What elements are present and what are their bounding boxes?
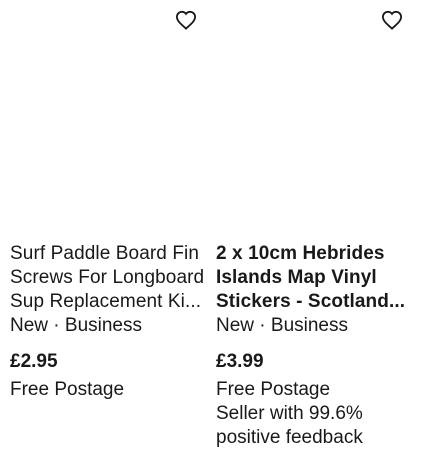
- listing-shipping: Free Postage: [10, 379, 125, 400]
- watch-button[interactable]: [374, 2, 410, 38]
- listing-title-line[interactable]: Stickers - Scotland...: [216, 290, 412, 314]
- listing-image[interactable]: [10, 0, 206, 200]
- heart-outline-icon: [381, 10, 403, 30]
- listing-title-line[interactable]: Islands Map Vinyl: [216, 266, 412, 290]
- listing-condition: New · Business: [216, 315, 348, 336]
- listing-image[interactable]: [216, 0, 412, 200]
- listing-title[interactable]: 2 x 10cm Hebrides Islands Map Vinyl Stic…: [216, 242, 412, 314]
- listing-price: £3.99: [216, 351, 264, 372]
- heart-outline-icon: [175, 10, 197, 30]
- listing-grid: Surf Paddle Board Fin Screws For Longboa…: [0, 0, 426, 448]
- listing-price: £2.95: [10, 351, 58, 372]
- listing-card[interactable]: 2 x 10cm Hebrides Islands Map Vinyl Stic…: [216, 0, 412, 448]
- listing-title[interactable]: Surf Paddle Board Fin Screws For Longboa…: [10, 242, 206, 314]
- listing-title-line[interactable]: Screws For Longboard: [10, 266, 206, 290]
- listing-condition: New · Business: [10, 315, 142, 336]
- listing-title-line[interactable]: 2 x 10cm Hebrides: [216, 242, 412, 266]
- listing-shipping: Free Postage: [216, 379, 331, 400]
- watch-button[interactable]: [168, 2, 204, 38]
- listing-title-line[interactable]: Surf Paddle Board Fin: [10, 242, 206, 266]
- listing-title-line[interactable]: Sup Replacement Ki...: [10, 290, 206, 314]
- seller-feedback-line: Seller with 99.6%: [216, 403, 363, 424]
- listing-card[interactable]: Surf Paddle Board Fin Screws For Longboa…: [10, 0, 206, 430]
